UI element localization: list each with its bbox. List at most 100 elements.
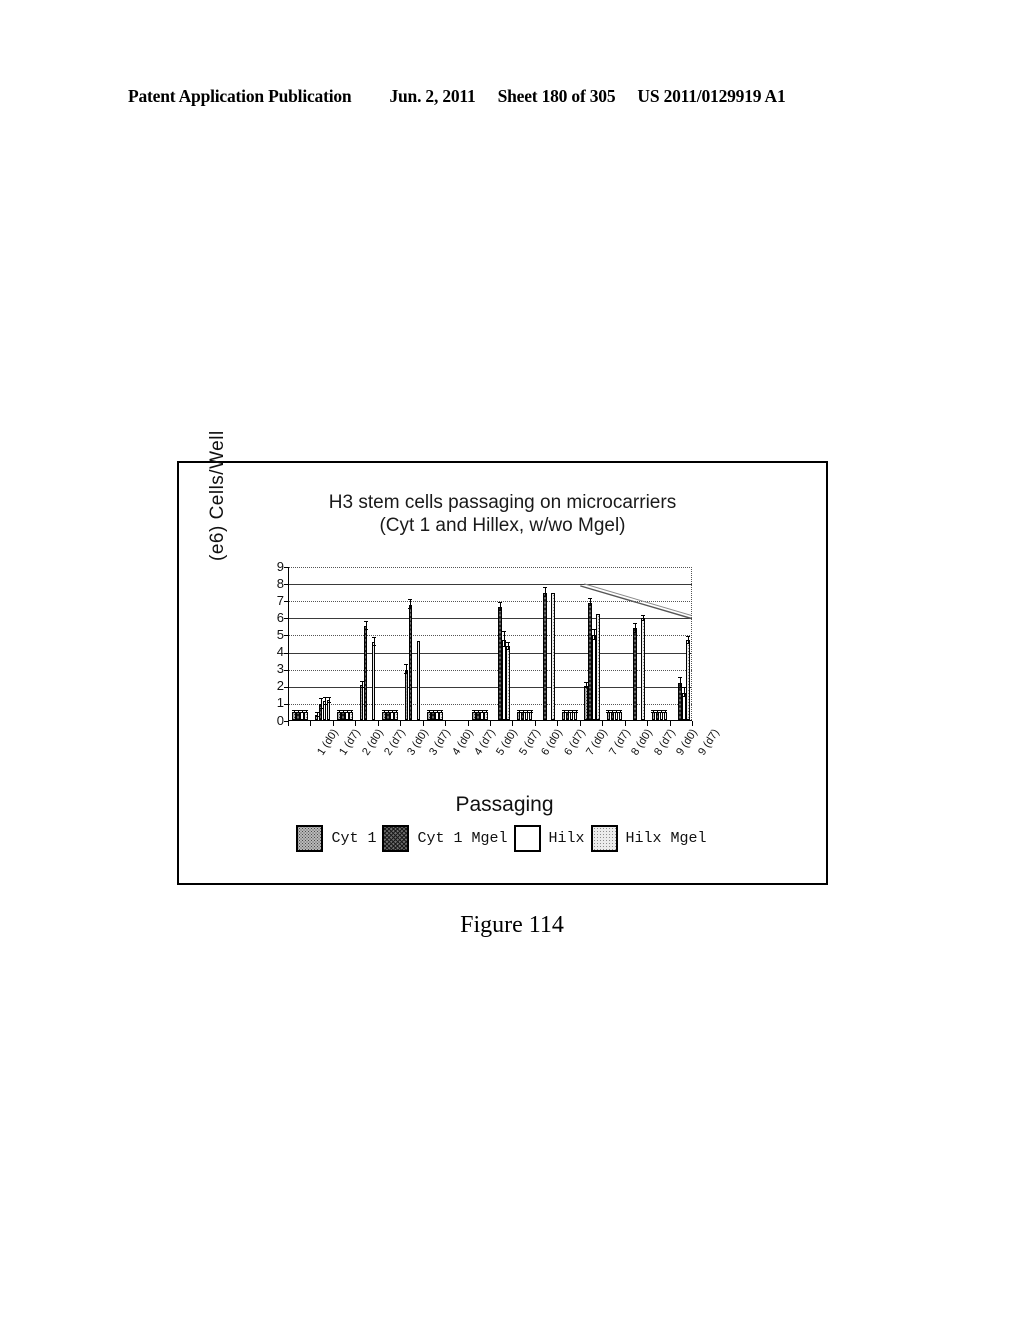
bar-hilx_mgel[interactable] [416, 641, 421, 720]
x-axis-title: Passaging [455, 793, 554, 816]
publication-date: Jun. 2, 2011 [389, 86, 476, 106]
bar-hilx_mgel[interactable] [641, 618, 645, 720]
y-axis-tick-label: 5 [276, 626, 284, 642]
error-bar-cap [506, 642, 511, 643]
error-bar-cap [363, 629, 368, 631]
patent-header: Patent Application Publication Jun. 2, 2… [128, 86, 896, 110]
error-bar-cap [506, 648, 511, 650]
bar-hilx_mgel[interactable] [371, 642, 376, 720]
patent-number: US 2011/0129919 A1 [637, 86, 786, 106]
x-axis-tick [624, 721, 626, 726]
bar-group [671, 567, 693, 720]
x-axis-tick-label: 6 (d7) [561, 727, 588, 758]
x-axis-tick [445, 721, 447, 726]
bar-hilx_mgel[interactable] [394, 712, 398, 720]
x-axis-tick-label: 3 (d7) [427, 727, 453, 758]
error-bar-cap [543, 595, 548, 597]
error-bar-cap [685, 642, 690, 644]
bar-hilx_mgel[interactable] [326, 700, 331, 720]
x-axis-tick-label: 4 (d7) [472, 727, 498, 758]
x-axis-tick-label: 1 (d0) [314, 727, 341, 758]
legend-item-cyt1[interactable]: Cyt 1 [296, 825, 382, 852]
bar-hilx_mgel[interactable] [573, 712, 578, 720]
bar-group [401, 567, 423, 720]
figure-frame: H3 stem cells passaging on microcarriers… [177, 430, 828, 885]
x-axis-tick-label: 3 (d0) [404, 727, 431, 758]
legend-item-cyt1_mgel[interactable]: Cyt 1 Mgel [382, 825, 513, 852]
bar-hilx_mgel[interactable] [663, 712, 668, 720]
bar-hilx_mgel[interactable] [528, 712, 533, 720]
y-axis-tick [284, 567, 289, 568]
y-axis-tick [284, 703, 289, 705]
error-bar-cap [502, 630, 507, 632]
bar-hilx_mgel[interactable] [596, 613, 600, 720]
bar-hilx_mgel[interactable] [618, 712, 623, 720]
bar-hilx_mgel[interactable] [304, 712, 309, 720]
bar-group [648, 567, 670, 720]
legend-swatch-cyt1 [296, 825, 324, 852]
chart-subtitle: (Cyt 1 and Hillex, w/wo Mgel) [379, 515, 626, 536]
bar-hilx_mgel[interactable] [439, 712, 443, 720]
bar-hilx_mgel[interactable] [349, 712, 353, 720]
x-axis-tick [557, 721, 559, 726]
error-bar-cap [677, 677, 682, 679]
y-axis-tick-label: 7 [276, 592, 284, 608]
error-bar-cap [685, 636, 690, 638]
x-axis-tick [467, 721, 469, 726]
error-bar-cap [371, 645, 376, 647]
bar-cyt1_mgel[interactable] [408, 604, 413, 720]
y-axis-tick-label: 9 [276, 558, 284, 574]
y-axis-tick [284, 618, 289, 620]
bar-hilx_mgel[interactable] [506, 646, 511, 720]
error-bar-cap [326, 701, 331, 703]
error-bar-cap [408, 599, 413, 601]
x-axis-tick [400, 721, 402, 726]
bar-cyt1_mgel[interactable] [363, 625, 368, 720]
bar-hilx_mgel[interactable] [551, 593, 555, 720]
plot-area [284, 567, 693, 722]
error-bar-cap [663, 712, 668, 714]
bar-hilx_mgel[interactable] [483, 712, 488, 720]
y-axis-title: (e6) Cells/Well [207, 391, 229, 561]
x-axis-tick-label: 2 (d0) [359, 727, 386, 758]
x-axis-tick-label: 2 (d7) [382, 727, 409, 758]
y-axis-tick [284, 686, 289, 688]
error-bar-cap [371, 636, 376, 638]
x-axis-tick-label: 1 (d7) [337, 727, 364, 758]
bar-group [446, 567, 468, 720]
bar-group [424, 567, 446, 720]
bar-hilx_mgel[interactable] [685, 640, 690, 720]
chart-title-block: H3 stem cells passaging on microcarriers… [179, 491, 826, 537]
y-axis-tick-label: 1 [276, 695, 284, 711]
figure-caption: Figure 114 [460, 912, 564, 938]
legend-swatch-cyt1_mgel [382, 825, 410, 852]
bar-cyt1_mgel[interactable] [633, 628, 637, 720]
error-bar-cap [573, 712, 578, 714]
error-bar-cap [304, 712, 309, 714]
x-axis-tick-label: 9 (d0) [674, 727, 700, 758]
legend-item-hilx[interactable]: Hilx [513, 825, 591, 852]
bar-group [536, 567, 558, 720]
error-bar-cap [587, 605, 592, 607]
x-axis-tick [332, 721, 334, 726]
bar-cyt1_mgel[interactable] [543, 592, 547, 720]
x-axis-tick [692, 721, 693, 726]
x-axis-tick [602, 721, 604, 726]
x-axis-tick [647, 721, 649, 726]
legend-label-hilx: Hilx [548, 830, 585, 847]
error-bar-cap [528, 712, 533, 714]
bar-group [469, 567, 491, 720]
error-bar-cap [618, 712, 623, 714]
error-bar-cap [438, 712, 443, 714]
y-axis-tick-labels: 01234 56789 [262, 559, 284, 729]
x-axis-tick [490, 721, 491, 726]
legend-swatch-hilx_mgel [590, 825, 618, 852]
bar-group [356, 567, 378, 720]
error-bar-cap [498, 610, 503, 612]
error-bar-cap [326, 696, 331, 698]
error-bar-cap [640, 614, 645, 616]
x-axis-tick [355, 721, 357, 726]
legend-item-hilx_mgel[interactable]: Hilx Mgel [590, 825, 713, 852]
x-axis-tick-label: 4 (d0) [449, 727, 476, 758]
error-bar-cap [632, 623, 637, 625]
